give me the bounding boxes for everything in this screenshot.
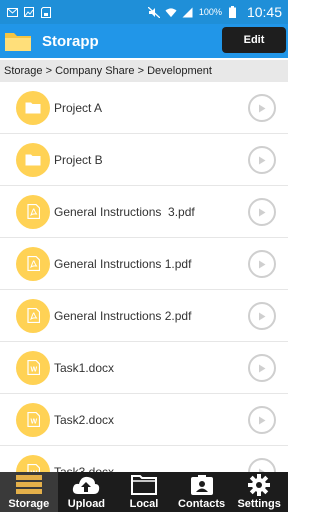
file-name: Task2.docx: [54, 412, 115, 427]
word-doc-icon: W: [16, 402, 50, 437]
file-name: Task3.docx: [54, 464, 115, 473]
tab-label: Settings: [237, 498, 281, 510]
pdf-file-icon: [16, 194, 50, 229]
file-name: Project B: [54, 152, 103, 167]
pdf-file-icon: [16, 298, 50, 333]
play-icon[interactable]: [248, 302, 276, 330]
status-bar-right: 100% 10:45: [147, 4, 282, 20]
play-icon[interactable]: [248, 458, 276, 472]
bottom-tab-bar: Storage Upload Local Contacts Settings: [0, 472, 288, 512]
storapp-logo-icon: [5, 33, 31, 51]
file-name: Task1.docx: [54, 360, 115, 375]
file-list-item[interactable]: Project A: [0, 82, 288, 134]
status-bar-left: [6, 6, 52, 18]
image-icon: [23, 6, 35, 18]
tab-label: Upload: [67, 498, 106, 510]
play-icon[interactable]: [248, 354, 276, 382]
clock: 10:45: [246, 4, 282, 20]
app-bar: Storapp Edit: [0, 24, 288, 58]
storage-icon: [40, 6, 52, 18]
battery-icon: [227, 6, 239, 18]
tab-contacts[interactable]: Contacts: [173, 472, 231, 512]
storage-icon: [15, 473, 42, 497]
play-icon[interactable]: [248, 94, 276, 122]
file-list-item[interactable]: W Task2.docx: [0, 394, 288, 446]
breadcrumb: Storage > Company Share > Development: [0, 60, 288, 82]
file-list-item[interactable]: General Instructions 3.pdf: [0, 186, 288, 238]
svg-text:W: W: [30, 367, 37, 374]
file-list-item[interactable]: W Task1.docx: [0, 342, 288, 394]
contact-card-icon: [190, 473, 213, 497]
file-list-item[interactable]: W Task3.docx: [0, 446, 288, 472]
tab-settings[interactable]: Settings: [230, 472, 288, 512]
tab-label: Contacts: [178, 498, 226, 510]
battery-percent: 100%: [198, 7, 222, 17]
word-doc-icon: W: [16, 350, 50, 385]
play-icon[interactable]: [248, 146, 276, 174]
pdf-file-icon: [16, 246, 50, 281]
tab-storage[interactable]: Storage: [0, 472, 58, 512]
file-name: General Instructions 2.pdf: [54, 308, 192, 323]
file-name: General Instructions 3.pdf: [54, 204, 195, 219]
gear-icon: [248, 473, 271, 497]
wifi-icon: [165, 6, 177, 18]
email-icon: [6, 6, 18, 18]
tab-upload[interactable]: Upload: [58, 472, 116, 512]
cloud-upload-icon: [72, 473, 100, 497]
file-name: Project A: [54, 100, 103, 115]
play-icon[interactable]: [248, 250, 276, 278]
mute-icon: [147, 6, 160, 18]
tab-local[interactable]: Local: [115, 472, 173, 512]
play-icon[interactable]: [248, 198, 276, 226]
status-bar: 100% 10:45: [0, 0, 288, 24]
tab-label: Storage: [8, 498, 50, 510]
app-title: Storapp: [42, 32, 99, 50]
file-name: General Instructions 1.pdf: [54, 256, 192, 271]
svg-text:W: W: [30, 419, 37, 426]
edit-button[interactable]: Edit: [222, 27, 286, 53]
signal-icon: [182, 6, 194, 18]
folder-icon: [16, 142, 50, 177]
file-list-item[interactable]: Project B: [0, 134, 288, 186]
word-doc-icon: W: [16, 454, 50, 472]
play-icon[interactable]: [248, 406, 276, 434]
folder-icon: [16, 90, 50, 125]
file-list-item[interactable]: General Instructions 1.pdf: [0, 238, 288, 290]
file-list-item[interactable]: General Instructions 2.pdf: [0, 290, 288, 342]
file-list: Project A Project B General Instructions 3…: [0, 82, 288, 472]
folder-icon: [130, 473, 157, 497]
tab-label: Local: [129, 498, 159, 510]
